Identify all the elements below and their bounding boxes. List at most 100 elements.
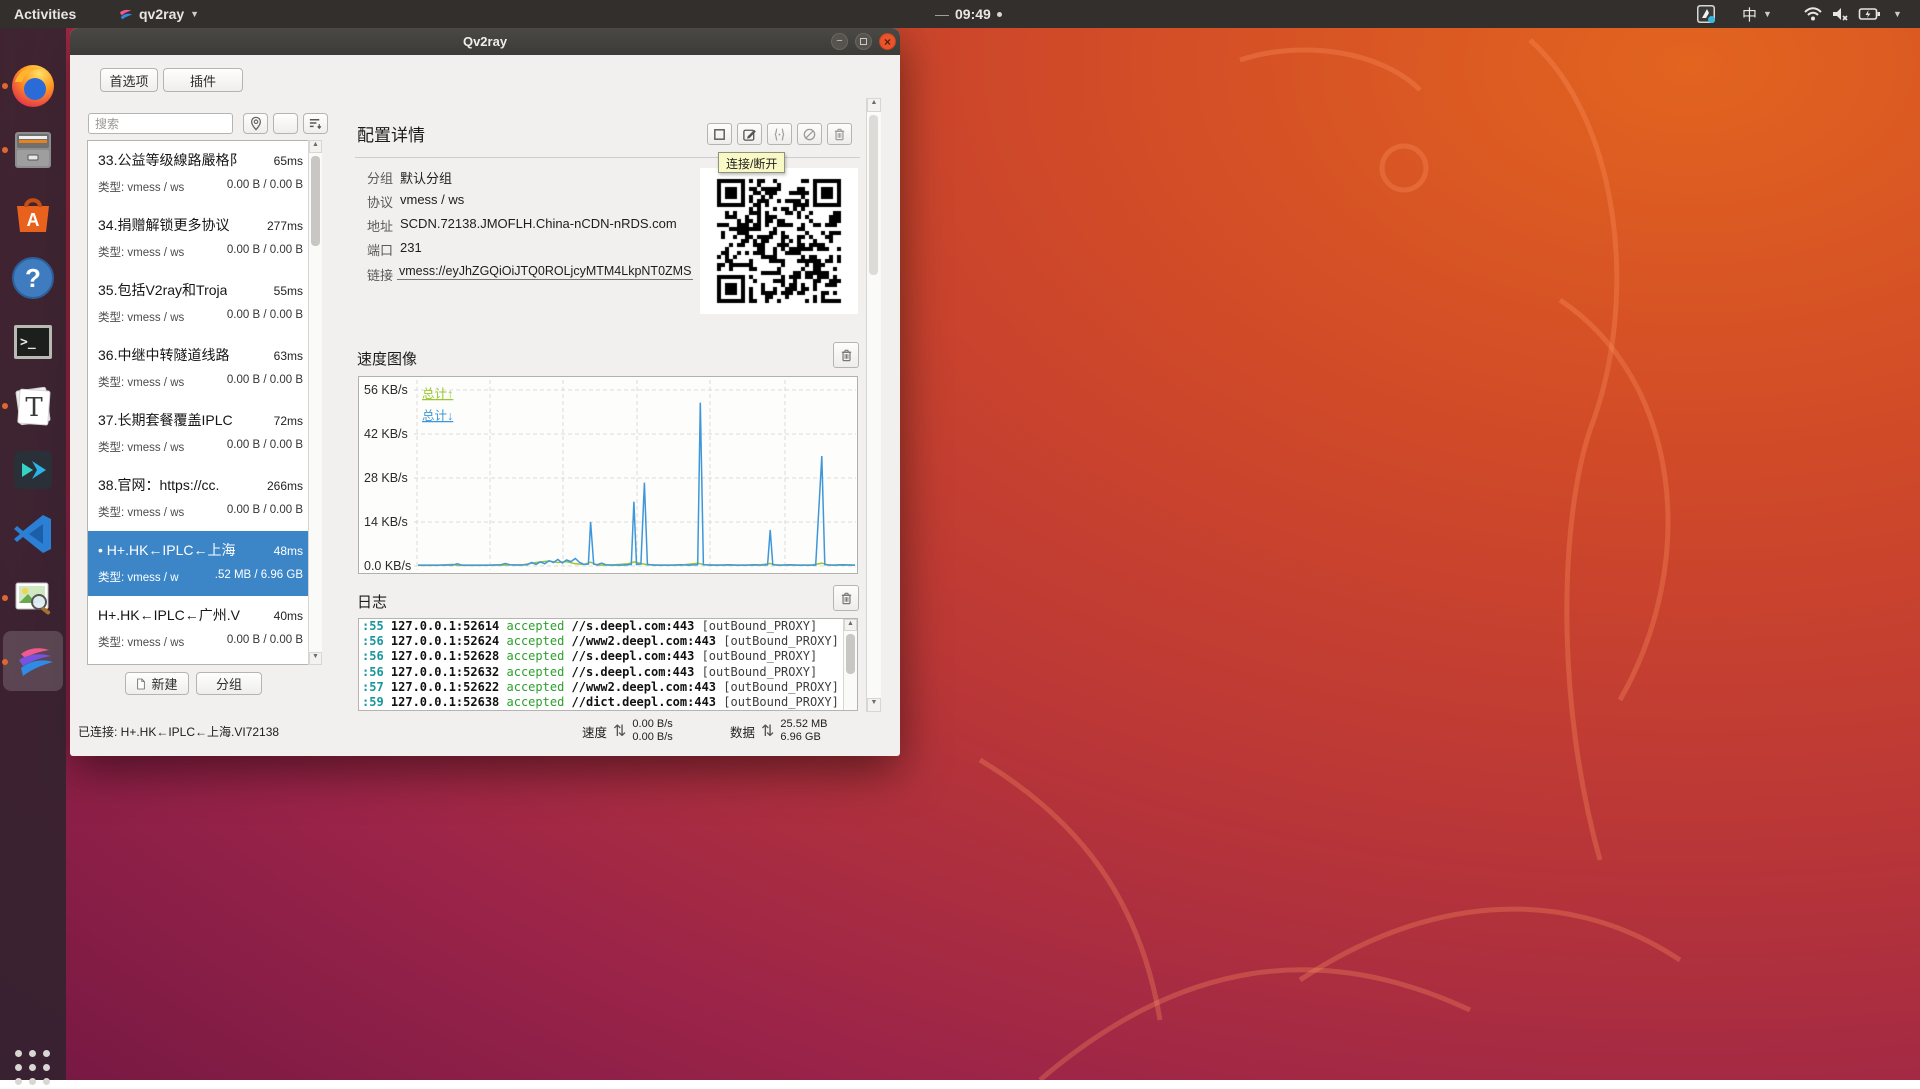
battery-indicator[interactable]: [1858, 0, 1881, 28]
running-indicator-dot: [2, 83, 8, 89]
legend-item[interactable]: 总计↑: [422, 387, 453, 401]
dock-item-builder[interactable]: [9, 446, 57, 494]
server-traffic: 0.00 B / 0.00 B: [227, 309, 303, 325]
server-item[interactable]: 36.中继中转隧道线路63ms类型: vmess / ws0.00 B / 0.…: [88, 336, 309, 401]
log-line: :59 127.0.0.1:52638 accepted //dict.deep…: [359, 695, 857, 710]
log-scrollbar[interactable]: ▲: [843, 619, 857, 710]
new-config-button[interactable]: 新建: [125, 672, 189, 695]
clear-log-button[interactable]: [833, 585, 859, 611]
dock-item-firefox[interactable]: [9, 62, 57, 110]
edit-json-button[interactable]: [767, 123, 792, 145]
log-line: :56 127.0.0.1:52632 accepted //s.deepl.c…: [359, 665, 857, 680]
speed-chart: 56 KB/s42 KB/s28 KB/s14 KB/s0.0 KB/s总计↑总…: [358, 376, 858, 574]
activities-button[interactable]: Activities: [14, 0, 76, 28]
square-icon: [712, 127, 727, 142]
server-type: 类型: vmess / ws: [98, 374, 184, 390]
log-line: :56 127.0.0.1:52628 accepted //s.deepl.c…: [359, 649, 857, 664]
preferences-button[interactable]: 首选项: [100, 68, 158, 92]
sort-button[interactable]: [303, 113, 328, 134]
location-pin-button[interactable]: [243, 113, 268, 134]
input-method-indicator[interactable]: 中 ▼: [1742, 0, 1772, 28]
server-ping: 63ms: [274, 349, 303, 363]
connection-status: 已连接: H+.HK←IPLC←上海.VI72138: [78, 723, 279, 740]
y-axis-tick-label: 42 KB/s: [364, 427, 408, 441]
speed-label: 速度: [582, 722, 607, 741]
firefox-icon: [9, 62, 57, 110]
clear-graph-button[interactable]: [833, 342, 859, 368]
scroll-up-icon[interactable]: ▲: [867, 98, 881, 112]
chevron-down-icon: ▼: [1763, 9, 1772, 19]
server-item[interactable]: 34.捐赠解锁更多协议277ms类型: vmess / ws0.00 B / 0…: [88, 206, 309, 271]
scroll-down-icon[interactable]: ▼: [309, 652, 322, 665]
qr-code-panel: [700, 168, 858, 314]
dock-item-vscode[interactable]: [9, 510, 57, 558]
server-item[interactable]: 38.官网：https://cc.266ms类型: vmess / ws0.00…: [88, 466, 309, 531]
input-method-label: 中: [1742, 4, 1757, 25]
qr-code: [709, 171, 849, 311]
share-link-input[interactable]: [397, 262, 693, 280]
field-value: vmess / ws: [400, 192, 464, 211]
server-traffic: 0.00 B / 0.00 B: [227, 244, 303, 260]
server-item[interactable]: 37.长期套餐覆盖IPLC72ms类型: vmess / ws0.00 B / …: [88, 401, 309, 466]
legend-item[interactable]: 总计↓: [422, 409, 453, 423]
tray-app-indicator[interactable]: [1696, 0, 1716, 28]
disable-button[interactable]: [797, 123, 822, 145]
scroll-up-icon[interactable]: ▲: [309, 140, 322, 153]
y-axis-tick-label: 14 KB/s: [364, 515, 408, 529]
dock-item-help[interactable]: ?: [9, 254, 57, 302]
map-pin-icon: [249, 116, 263, 131]
dock-item-files[interactable]: [9, 126, 57, 174]
server-item[interactable]: • H+.HK←IPLC←上海48ms类型: vmess / w.52 MB /…: [88, 531, 309, 596]
server-title: 34.捐赠解锁更多协议: [98, 215, 229, 235]
dock-item-image-viewer[interactable]: [9, 574, 57, 622]
chevron-down-icon: ▼: [1893, 9, 1902, 19]
wifi-indicator[interactable]: [1803, 0, 1823, 28]
top-bar: Activities qv2ray ▼ — 09:49 中 ▼ ▼: [0, 0, 1920, 28]
dock-item-qv2ray[interactable]: [9, 638, 57, 686]
server-item[interactable]: H+.HK←IPLC←广州.V40ms类型: vmess / ws0.00 B …: [88, 596, 309, 661]
blank-button[interactable]: [273, 113, 298, 134]
server-type: 类型: vmess / ws: [98, 244, 184, 260]
connect-disconnect-button[interactable]: [707, 123, 732, 145]
search-input[interactable]: [88, 113, 233, 134]
dock-item-ubuntu-software[interactable]: A: [9, 190, 57, 238]
volume-indicator[interactable]: [1831, 0, 1851, 28]
window-titlebar[interactable]: Qv2ray: [70, 28, 900, 55]
running-indicator-dot: [2, 147, 8, 153]
config-field-row: 协议vmess / ws: [367, 192, 464, 211]
log-line: :57 127.0.0.1:52622 accepted //www2.deep…: [359, 680, 857, 695]
server-traffic: 0.00 B / 0.00 B: [227, 634, 303, 650]
server-list-scrollbar[interactable]: ▲ ▼: [308, 140, 322, 665]
blocked-icon: [802, 127, 817, 142]
server-item[interactable]: 33.公益等级線路嚴格阝65ms类型: vmess / ws0.00 B / 0…: [88, 141, 309, 206]
group-button[interactable]: 分组: [196, 672, 262, 695]
scroll-up-icon[interactable]: ▲: [844, 619, 857, 631]
qv2ray-mini-icon: [118, 7, 133, 22]
minimize-button[interactable]: −: [831, 33, 848, 50]
clock[interactable]: — 09:49: [935, 0, 1002, 28]
system-menu[interactable]: ▼: [1893, 0, 1902, 28]
close-button[interactable]: ×: [879, 33, 896, 50]
server-ping: 40ms: [274, 609, 303, 623]
server-item[interactable]: 35.包括V2ray和Troja55ms类型: vmess / ws0.00 B…: [88, 271, 309, 336]
dock-item-text-editor[interactable]: T: [9, 382, 57, 430]
main-scrollbar[interactable]: ▲ ▼: [866, 98, 881, 712]
builder-icon: [9, 446, 57, 494]
field-label: 端口: [367, 240, 397, 259]
dock-item-terminal[interactable]: >_: [9, 318, 57, 366]
maximize-icon: [860, 38, 867, 45]
show-applications-button[interactable]: [12, 1047, 54, 1089]
trash-icon: [839, 591, 854, 606]
plugins-button[interactable]: 插件: [163, 68, 243, 92]
server-ping: 266ms: [267, 479, 303, 493]
server-item[interactable]: H+.CC←IPLC←: [88, 661, 309, 665]
edit-config-button[interactable]: [737, 123, 762, 145]
scroll-down-icon[interactable]: ▼: [867, 698, 881, 712]
connect-tooltip: 连接/断开: [718, 152, 785, 173]
app-menu[interactable]: qv2ray ▼: [118, 0, 199, 28]
maximize-button[interactable]: [855, 33, 872, 50]
server-traffic: .52 MB / 6.96 GB: [215, 569, 303, 585]
server-type: 类型: vmess / ws: [98, 439, 184, 455]
sort-icon: [308, 116, 323, 131]
delete-config-button[interactable]: [827, 123, 852, 145]
